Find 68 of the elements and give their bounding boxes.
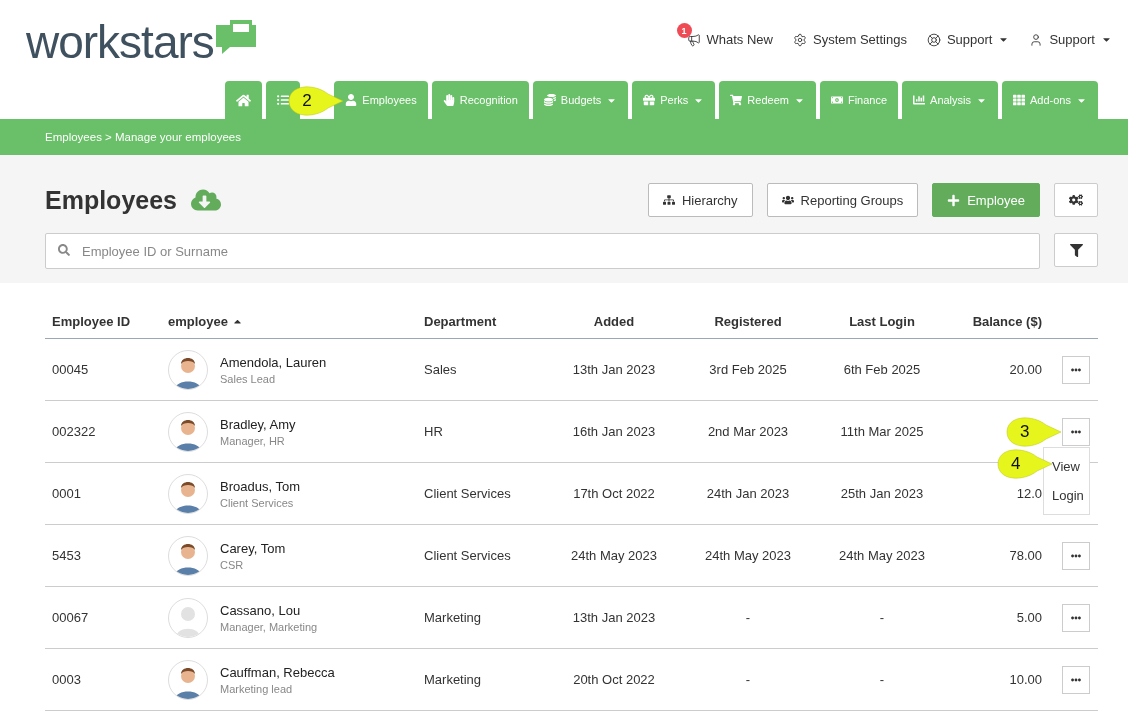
employee-name[interactable]: Cassano, Lou — [220, 602, 318, 618]
table-cell-text: 24th May 2023 — [704, 548, 792, 563]
column-header[interactable]: Registered — [681, 314, 815, 329]
table-cell-text: - — [878, 610, 886, 625]
table-cell-text: 6th Feb 2025 — [842, 362, 922, 377]
table-cell-text: 5453 — [51, 548, 82, 563]
table-cell-text: 17th Oct 2022 — [572, 486, 656, 501]
table-cell-text: 24th May 2023 — [570, 548, 658, 563]
menu-item[interactable]: Login — [1044, 480, 1084, 510]
step-callout-tooltip: 2 — [288, 86, 345, 116]
table-cell-text: 25th Jan 2023 — [839, 486, 925, 501]
table-cell-text: 78.00 — [1008, 548, 1043, 563]
page-title: Employees — [45, 185, 177, 215]
table-cell-text: 16th Jan 2023 — [571, 424, 657, 439]
employee-role: Manager, Marketing — [220, 620, 318, 633]
employee-role: Manager, HR — [220, 434, 286, 447]
column-header[interactable]: Employee ID — [45, 314, 161, 329]
table-cell-text: 13th Jan 2023 — [571, 610, 657, 625]
table-cell-text: Marketing — [423, 610, 483, 625]
toolbar-button[interactable]: Hierarchy — [647, 183, 753, 217]
table-cell-text: Client Services — [423, 486, 512, 501]
employee-name[interactable]: Carey, Tom — [220, 540, 286, 556]
employee-name[interactable]: Cauffman, Rebecca — [220, 664, 335, 680]
search-field[interactable]: Employee ID or Surname — [45, 233, 1040, 269]
table-cell-text: 3rd Feb 2025 — [708, 362, 788, 377]
notification-badge: 1 — [676, 23, 692, 38]
top-link[interactable]: Support — [1029, 32, 1112, 47]
table-cell-text: - — [744, 610, 752, 625]
table-cell-text: Marketing — [423, 672, 483, 687]
column-header[interactable]: Department — [417, 314, 547, 329]
table-cell-text: 11th Mar 2025 — [839, 424, 925, 439]
column-header[interactable]: Added — [547, 314, 681, 329]
column-header[interactable]: Last Login — [815, 314, 949, 329]
table-cell-text: 12.0 — [1015, 486, 1043, 501]
table-cell-text: Sales — [423, 362, 458, 377]
employee-name[interactable]: Amendola, Lauren — [220, 354, 327, 370]
table-cell-text: 00045 — [51, 362, 90, 377]
toolbar-button[interactable]: Reporting Groups — [766, 183, 919, 217]
table-cell-text: Client Services — [423, 548, 512, 563]
table-cell-text: 20th Oct 2022 — [572, 672, 656, 687]
employee-role: Sales Lead — [220, 372, 277, 385]
logo-wordmark: workstars — [26, 20, 214, 64]
top-link[interactable]: Support — [926, 32, 1010, 47]
table-cell-text: 0003 — [51, 672, 82, 687]
employee-name[interactable]: Broadus, Tom — [220, 478, 300, 494]
employee-role: Marketing lead — [220, 682, 294, 695]
table-cell-text: - — [878, 672, 886, 687]
table-cell-text: HR — [423, 424, 444, 439]
step-callout-tooltip: 4 — [997, 448, 1053, 479]
table-cell-text: 2nd Mar 2023 — [706, 424, 790, 439]
table-cell-text: 5.00 — [1015, 610, 1043, 625]
table-cell-text: 24th Jan 2023 — [705, 486, 791, 501]
table-cell-text: 0001 — [51, 486, 82, 501]
top-link[interactable]: System Settings — [792, 32, 907, 47]
table-cell-text: 24th May 2023 — [838, 548, 926, 563]
employee-name[interactable]: Bradley, Amy — [220, 416, 296, 432]
column-header[interactable]: employee — [161, 314, 417, 329]
table-cell-text: - — [744, 672, 752, 687]
table-cell-text: 002322 — [51, 424, 97, 439]
table-cell-text: 20.00 — [1008, 362, 1043, 377]
table-cell-text: 10.00 — [1008, 672, 1043, 687]
table-cell-text: 00067 — [51, 610, 90, 625]
column-header[interactable]: Balance ($) — [949, 314, 1049, 329]
employee-role: CSR — [220, 558, 245, 571]
employee-role: Client Services — [220, 496, 295, 509]
breadcrumb: Employees > Manage your employees — [45, 131, 241, 143]
step-callout-tooltip: 3 — [1006, 416, 1062, 447]
table-cell-text: 13th Jan 2023 — [571, 362, 657, 377]
